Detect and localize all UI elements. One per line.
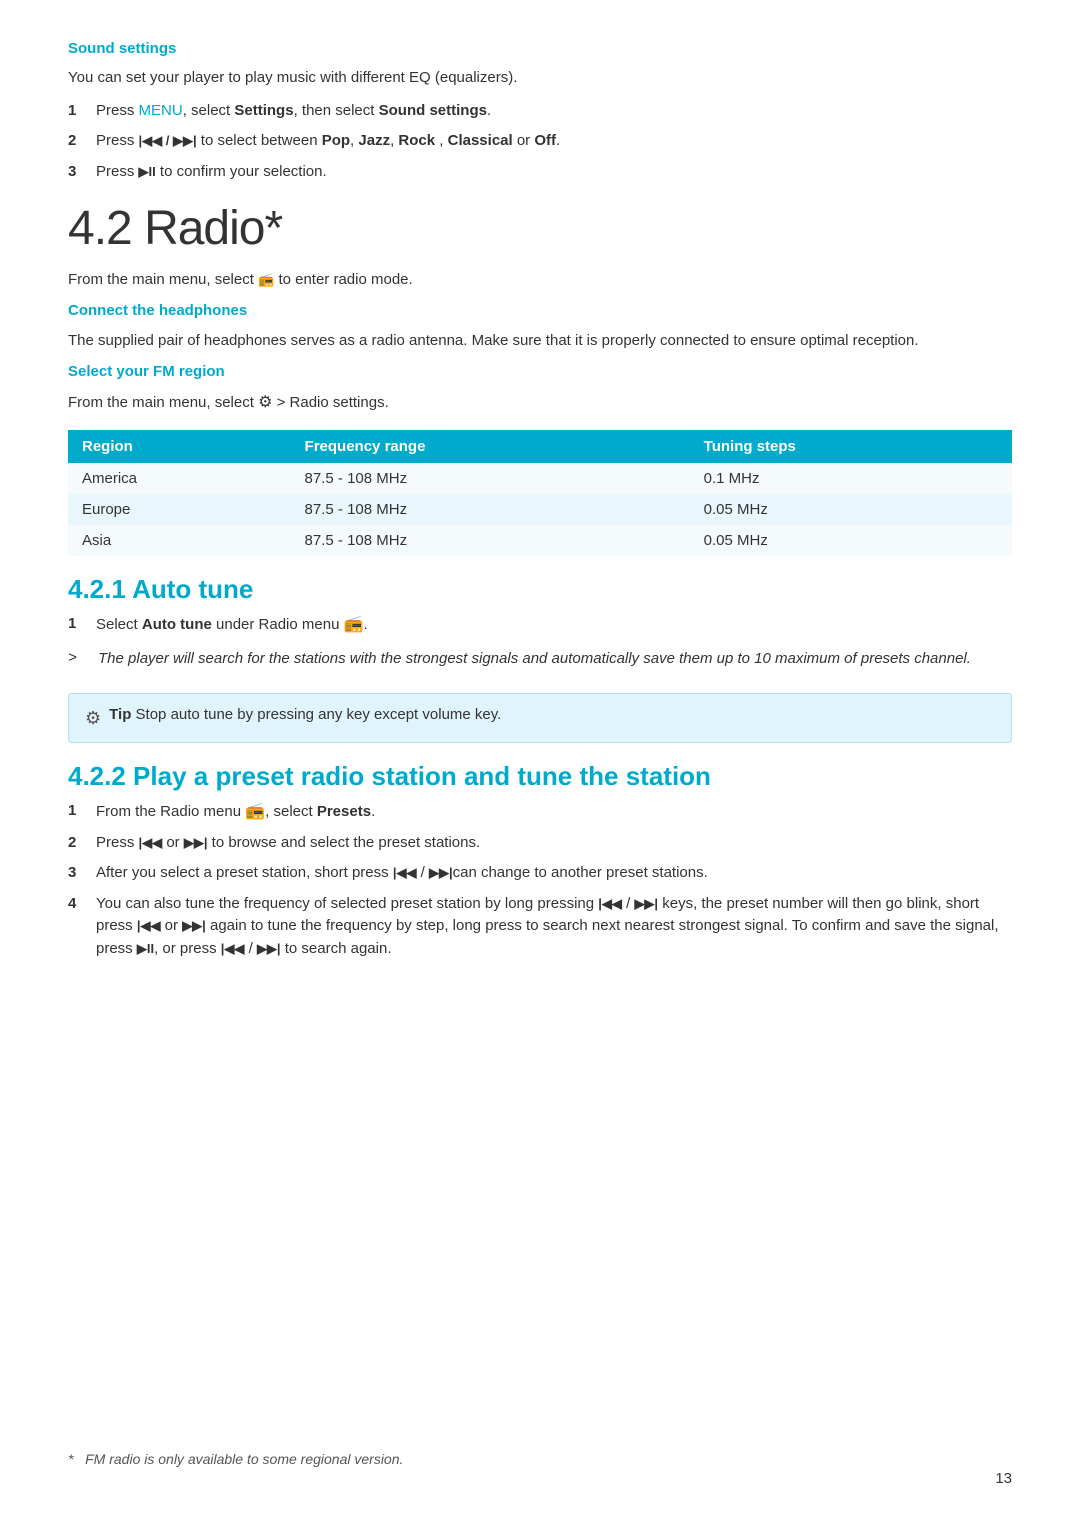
radio-icon: 📻 <box>344 613 364 637</box>
prev-icon: |◀◀ <box>139 833 163 853</box>
gear-settings-icon: ⚙ <box>258 390 272 416</box>
table-row: America 87.5 - 108 MHz 0.1 MHz <box>68 463 1012 494</box>
auto-tune-step-1: 1 Select Auto tune under Radio menu 📻. <box>68 613 1012 637</box>
play-pause-icon-2: ▶II <box>137 939 154 959</box>
tip-box: ⚙ Tip Stop auto tune by pressing any key… <box>68 693 1012 743</box>
radio-intro: From the main menu, select 📻 to enter ra… <box>68 268 1012 292</box>
radio-menu-icon: 📻 <box>245 800 265 824</box>
play-preset-step-4: 4 You can also tune the frequency of sel… <box>68 893 1012 961</box>
step-num-2: 2 <box>68 832 96 855</box>
play-preset-section: 4.2.2 Play a preset radio station and tu… <box>68 761 1012 961</box>
sound-settings-section: Sound settings You can set your player t… <box>68 40 1012 183</box>
tip-icon: ⚙ <box>85 705 101 732</box>
play-preset-step-2: 2 Press |◀◀ or ▶▶| to browse and select … <box>68 832 1012 855</box>
sound-settings-intro: You can set your player to play music wi… <box>68 67 1012 90</box>
fm-region-heading: Select your FM region <box>68 363 1012 380</box>
freq-america: 87.5 - 108 MHz <box>291 463 690 494</box>
fm-region-section: Select your FM region From the main menu… <box>68 363 1012 556</box>
connect-headphones-body: The supplied pair of headphones serves a… <box>68 329 1012 353</box>
connect-headphones-heading: Connect the headphones <box>68 302 1012 319</box>
prev-icon-5: |◀◀ <box>221 939 245 959</box>
next-icon-4: ▶▶| <box>182 916 206 936</box>
region-europe: Europe <box>68 494 291 525</box>
table-header-row: Region Frequency range Tuning steps <box>68 430 1012 463</box>
step-num-3: 3 <box>68 161 96 184</box>
next-icon-2: ▶▶| <box>429 863 453 883</box>
tuning-america: 0.1 MHz <box>690 463 1012 494</box>
sound-step-2: 2 Press |◀◀ / ▶▶| to select between Pop,… <box>68 130 1012 153</box>
play-preset-step-1: 1 From the Radio menu 📻, select Presets. <box>68 800 1012 824</box>
freq-asia: 87.5 - 108 MHz <box>291 525 690 556</box>
auto-tune-note-text: The player will search for the stations … <box>98 647 971 671</box>
freq-europe: 87.5 - 108 MHz <box>291 494 690 525</box>
table-col-tuning: Tuning steps <box>690 430 1012 463</box>
footnote-text: FM radio is only available to some regio… <box>85 1451 403 1467</box>
table-row: Europe 87.5 - 108 MHz 0.05 MHz <box>68 494 1012 525</box>
prev-icon-3: |◀◀ <box>598 894 622 914</box>
sound-step-1: 1 Press MENU, select Settings, then sele… <box>68 100 1012 123</box>
prev-icon-4: |◀◀ <box>137 916 161 936</box>
next-icon-5: ▶▶| <box>257 939 281 959</box>
region-america: America <box>68 463 291 494</box>
tuning-asia: 0.05 MHz <box>690 525 1012 556</box>
next-icon-3: ▶▶| <box>634 894 658 914</box>
step-num-2: 2 <box>68 130 96 153</box>
play-preset-heading: 4.2.2 Play a preset radio station and tu… <box>68 761 1012 792</box>
next-icon: ▶▶| <box>184 833 208 853</box>
region-asia: Asia <box>68 525 291 556</box>
table-col-frequency: Frequency range <box>291 430 690 463</box>
menu-label: MENU <box>139 102 183 119</box>
sound-step-3: 3 Press ▶II to confirm your selection. <box>68 161 1012 184</box>
region-table: Region Frequency range Tuning steps Amer… <box>68 430 1012 556</box>
radio-mode-icon: 📻 <box>258 270 274 291</box>
step-num-4: 4 <box>68 893 96 916</box>
auto-tune-heading: 4.2.1 Auto tune <box>68 574 1012 605</box>
footnote: * FM radio is only available to some reg… <box>68 1451 403 1467</box>
radio-section: 4.2 Radio* From the main menu, select 📻 … <box>68 201 1012 960</box>
sound-settings-steps: 1 Press MENU, select Settings, then sele… <box>68 100 1012 184</box>
auto-tune-section: 4.2.1 Auto tune 1 Select Auto tune under… <box>68 574 1012 743</box>
play-preset-steps: 1 From the Radio menu 📻, select Presets.… <box>68 800 1012 961</box>
prev-next-icon: |◀◀ / ▶▶| <box>139 131 197 151</box>
step-num-1: 1 <box>68 100 96 123</box>
connect-headphones-section: Connect the headphones The supplied pair… <box>68 302 1012 353</box>
play-preset-step-3: 3 After you select a preset station, sho… <box>68 862 1012 885</box>
auto-tune-note: > The player will search for the station… <box>68 647 1012 679</box>
sound-settings-heading: Sound settings <box>68 40 1012 57</box>
table-row: Asia 87.5 - 108 MHz 0.05 MHz <box>68 525 1012 556</box>
step-num-1: 1 <box>68 613 96 636</box>
table-col-region: Region <box>68 430 291 463</box>
auto-tune-steps: 1 Select Auto tune under Radio menu 📻. <box>68 613 1012 637</box>
footnote-symbol: * <box>68 1451 73 1467</box>
radio-section-title: 4.2 Radio* <box>68 201 1012 256</box>
step-num-3: 3 <box>68 862 96 885</box>
fm-region-intro: From the main menu, select ⚙ > Radio set… <box>68 390 1012 416</box>
page-number: 13 <box>995 1470 1012 1487</box>
tuning-europe: 0.05 MHz <box>690 494 1012 525</box>
play-pause-icon: ▶II <box>139 162 156 182</box>
prev-icon-2: |◀◀ <box>393 863 417 883</box>
step-num-1: 1 <box>68 800 96 823</box>
tip-label: Tip <box>109 706 131 723</box>
